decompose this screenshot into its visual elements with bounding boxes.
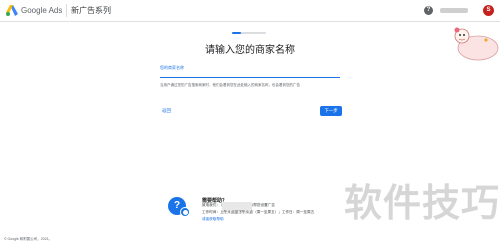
avatar[interactable]: S (483, 5, 494, 16)
page-header-title: 新广告系列 (71, 6, 111, 15)
google-ads-logo-icon (6, 5, 18, 16)
support-agent-icon (180, 207, 190, 217)
watermark-text: 软件技巧 (344, 183, 500, 225)
business-name-label: 您的商家名称 (160, 65, 184, 70)
business-name-hint: 当用户通过您的广告搜索商家时，他们会看到您在此处输入的商家名称，也会看到您的广告 (160, 83, 300, 87)
page-title: 请输入您的商家名称 (205, 45, 295, 56)
business-name-input[interactable] (160, 72, 340, 78)
header-divider (66, 4, 67, 17)
back-button[interactable]: 返回 (162, 107, 171, 115)
step-progress-fill (232, 32, 241, 34)
top-bar: Google Ads 新广告系列 ? S (0, 0, 500, 22)
support-hours-line: 工作时间：上午 9 点至下午 6 点（周一至周五）；工作日：周一至周五 (202, 210, 315, 214)
support-help-link[interactable]: 或者获取帮助 (202, 217, 224, 222)
next-button[interactable]: 下一步 (320, 106, 342, 116)
help-icon[interactable]: ? (424, 6, 433, 15)
account-email-blurred[interactable] (440, 8, 468, 13)
footer-copyright: © Google 和附属公司，2021。 (4, 237, 53, 241)
step-progress-bar (232, 32, 266, 34)
brand-name: Google Ads (21, 6, 63, 15)
